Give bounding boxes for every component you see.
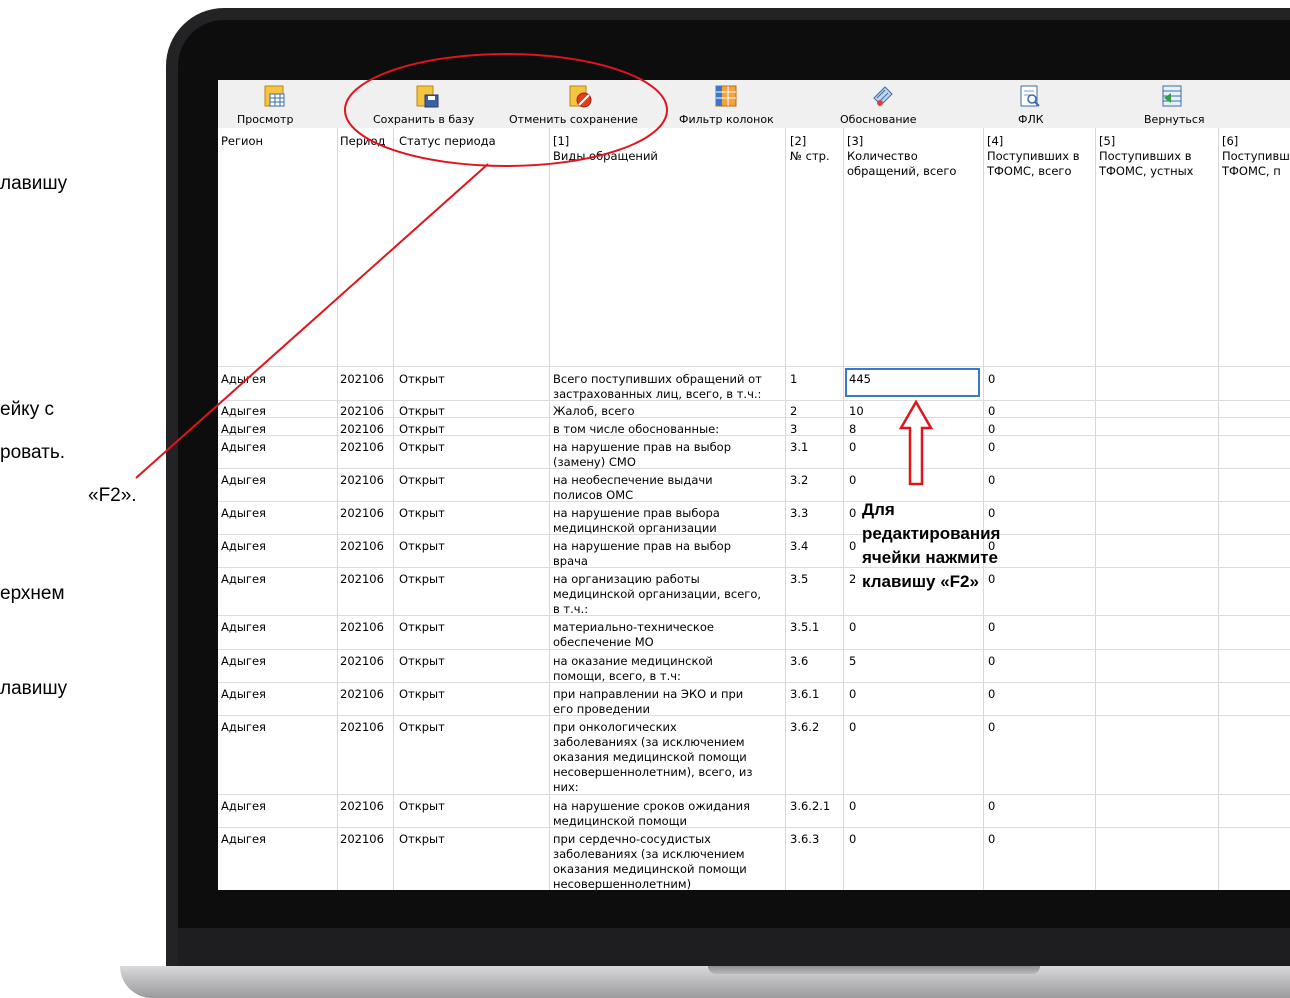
annotation-line: клавишу «F2» [862, 572, 979, 591]
up-arrow-icon [898, 399, 934, 486]
pointer-line [135, 163, 489, 479]
annotation-line: ячейки нажмите [862, 548, 998, 567]
annotation-line: редактирования [862, 524, 1001, 543]
annotation-overlay [135, 53, 934, 486]
highlight-ellipse [344, 53, 668, 167]
annotation-line: Для [862, 500, 895, 519]
annotation-text: Для редактирования ячейки нажмите клавиш… [862, 498, 1000, 594]
